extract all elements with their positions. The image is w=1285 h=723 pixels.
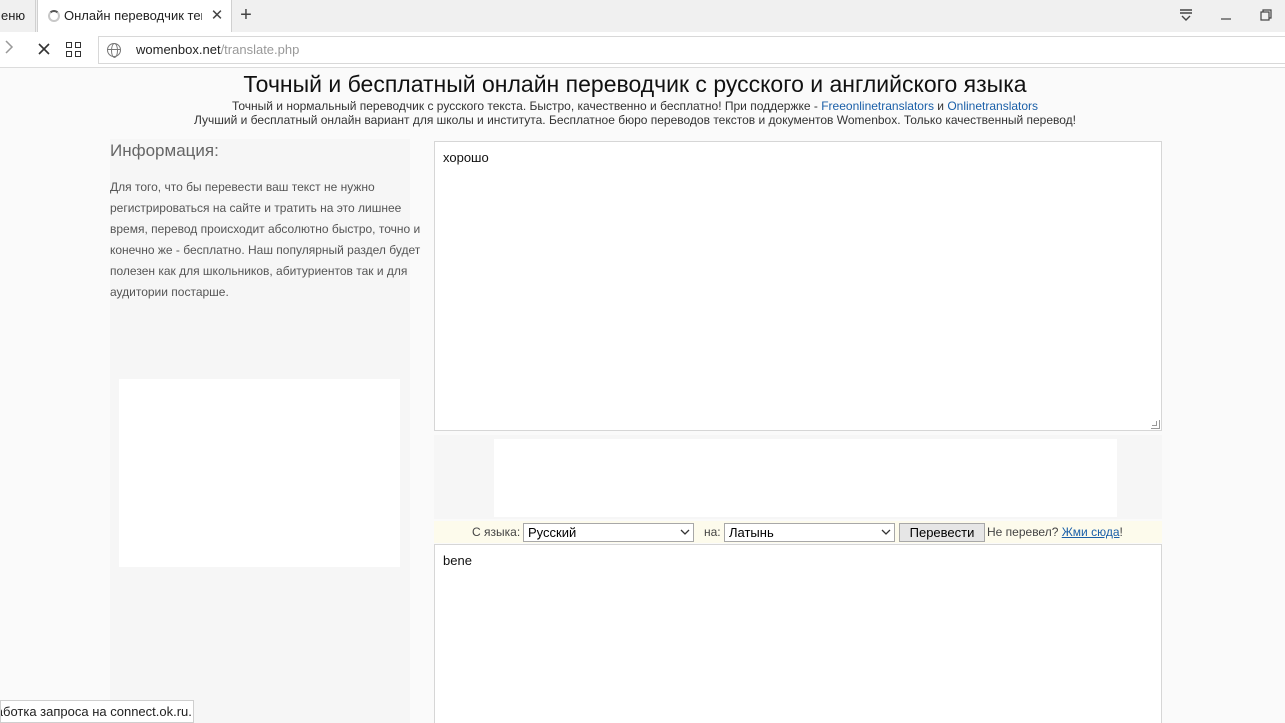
stop-loading-icon[interactable]	[34, 40, 54, 60]
page-content: Точный и бесплатный онлайн переводчик с …	[0, 69, 1285, 723]
not-translated-note: Не перевел? Жми сюда!	[987, 525, 1123, 539]
globe-icon	[107, 43, 121, 58]
link-onlinetranslators[interactable]: Onlinetranslators	[947, 99, 1038, 113]
tab-title: Онлайн переводчик текста	[64, 8, 202, 23]
address-bar-row: womenbox.net/translate.php	[0, 32, 1285, 68]
source-textarea[interactable]: хорошо	[434, 141, 1162, 431]
minimize-icon[interactable]	[1214, 4, 1238, 28]
to-language-value: Латынь	[729, 525, 774, 540]
not-translated-text: Не перевел?	[987, 525, 1062, 539]
language-control-bar: С языка: Русский на: Латынь Перевести Не…	[434, 521, 1162, 543]
url-input[interactable]: womenbox.net/translate.php	[98, 36, 1285, 64]
resize-handle-icon[interactable]	[1151, 420, 1160, 429]
ad-zone-middle	[434, 435, 1162, 519]
result-textarea[interactable]: bene	[434, 544, 1162, 723]
from-language-value: Русский	[528, 525, 577, 540]
click-here-link[interactable]: Жми сюда	[1062, 525, 1120, 539]
tab-close-icon[interactable]: ✕	[209, 7, 225, 25]
restore-icon[interactable]	[1254, 4, 1278, 28]
source-text: хорошо	[443, 150, 489, 165]
link-freeonlinetranslators[interactable]: Freeonlinetranslators	[821, 99, 934, 113]
forward-icon[interactable]	[4, 40, 22, 60]
url-text: womenbox.net/translate.php	[136, 37, 299, 63]
ad-slot-middle	[494, 439, 1117, 517]
tab-list-icon[interactable]	[1174, 4, 1198, 28]
speed-dial-icon[interactable]	[66, 42, 82, 58]
to-language-select[interactable]: Латынь	[724, 523, 895, 542]
result-text: bene	[443, 553, 472, 568]
tab-bar: Меню Онлайн переводчик текста ✕ +	[0, 0, 1285, 32]
exclamation: !	[1119, 525, 1123, 539]
loading-spinner-icon	[48, 10, 60, 22]
to-language-label: на:	[704, 525, 721, 539]
page-title: Точный и бесплатный онлайн переводчик с …	[243, 71, 1027, 97]
info-text: Для того, что бы перевести ваш текст не …	[110, 180, 421, 299]
ad-slot-left	[119, 379, 400, 567]
info-sidebar: Информация: Для того, что бы перевести в…	[110, 139, 420, 723]
url-path: /translate.php	[220, 42, 300, 57]
translate-button[interactable]: Перевести	[899, 523, 985, 542]
status-bar: Обработка запроса на connect.ok.ru...	[0, 700, 194, 723]
url-host: womenbox.net	[136, 42, 221, 57]
subtitle-and: и	[933, 99, 948, 113]
subtitle-text: Точный и нормальный переводчик с русског…	[231, 99, 822, 113]
page-subtitle-1: Точный и нормальный переводчик с русског…	[0, 99, 1270, 113]
menu-label: Меню	[0, 8, 26, 23]
tab-active[interactable]: Онлайн переводчик текста ✕	[37, 0, 232, 32]
status-text: Обработка запроса на connect.ok.ru...	[1, 704, 194, 719]
browser-menu-button[interactable]: Меню	[0, 0, 36, 32]
from-language-label: С языка:	[472, 525, 521, 539]
info-title: Информация:	[110, 141, 219, 160]
from-language-select[interactable]: Русский	[523, 523, 694, 542]
page-subtitle-2: Лучший и бесплатный онлайн вариант для ш…	[193, 113, 1077, 127]
new-tab-button[interactable]: +	[236, 5, 256, 27]
